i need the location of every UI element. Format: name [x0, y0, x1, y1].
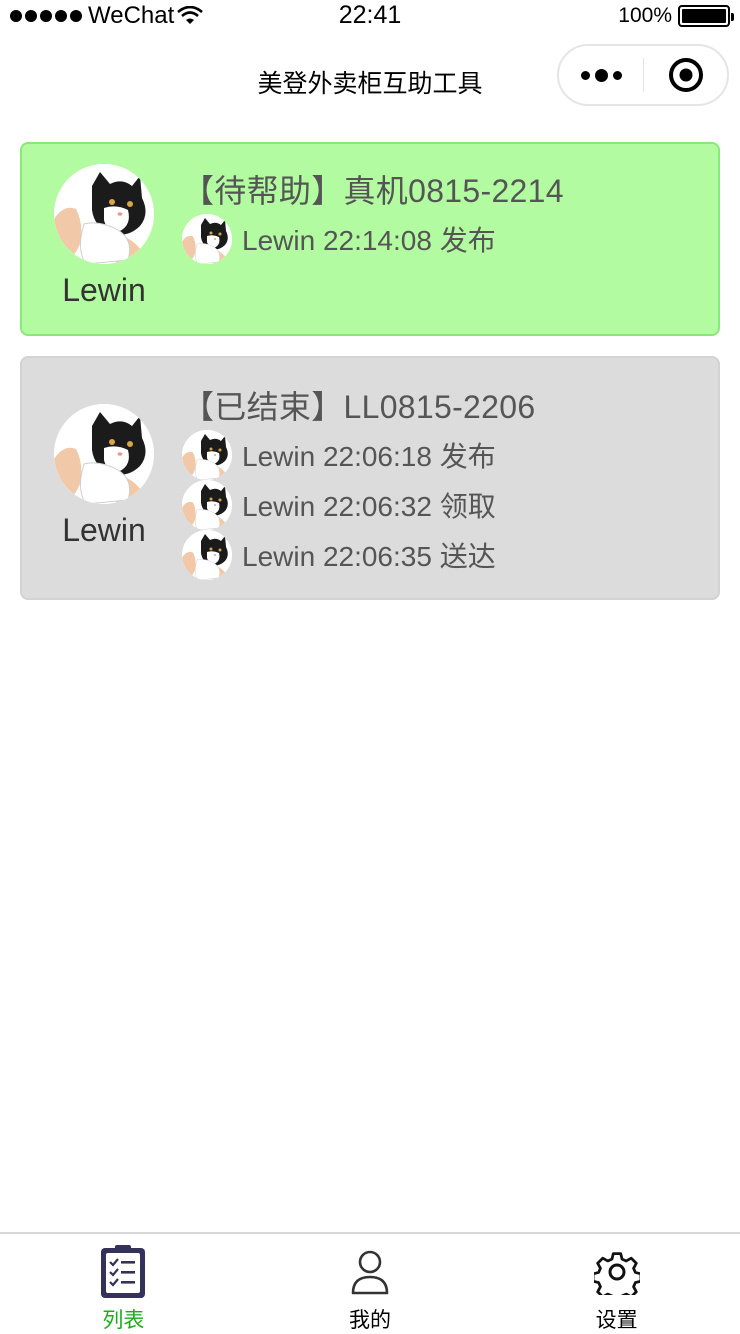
tab-bar: 列表 我的 设置: [0, 1232, 740, 1332]
avatar: [182, 480, 232, 530]
avatar: [54, 164, 154, 264]
log-item: Lewin 22:06:32 领取: [182, 480, 535, 530]
log-text: Lewin 22:06:18 发布: [242, 441, 496, 472]
order-info: 【待帮助】真机0815-2214 Lewin 22:14:08 发布: [182, 166, 564, 264]
user-icon: [345, 1244, 395, 1300]
target-close-icon[interactable]: [644, 57, 727, 93]
avatar: [54, 404, 154, 504]
log-text: Lewin 22:06:32 领取: [242, 491, 496, 522]
nav-bar: 美登外卖柜互助工具: [0, 40, 740, 118]
order-owner: Lewin: [52, 164, 156, 309]
order-title: 【待帮助】真机0815-2214: [182, 173, 564, 209]
order-title: 【已结束】LL0815-2206: [182, 389, 536, 425]
log-item: Lewin 22:14:08 发布: [182, 214, 564, 264]
avatar: [182, 430, 232, 480]
owner-name: Lewin: [62, 272, 146, 308]
order-card-ended[interactable]: Lewin 【已结束】LL0815-2206 Lewin 22:06:18 发布…: [20, 356, 720, 600]
tab-mine[interactable]: 我的: [247, 1234, 494, 1332]
gear-icon: [592, 1244, 642, 1300]
avatar: [182, 530, 232, 580]
owner-name: Lewin: [62, 512, 146, 548]
more-dots-icon[interactable]: [559, 68, 643, 82]
log-item: Lewin 22:06:35 送达: [182, 530, 535, 580]
tab-settings[interactable]: 设置: [493, 1234, 740, 1332]
battery-status: 100%: [618, 4, 734, 28]
avatar: [182, 214, 232, 264]
menu-capsule: [557, 44, 729, 106]
tab-list[interactable]: 列表: [0, 1234, 247, 1332]
battery-icon: [678, 5, 734, 27]
tab-label: 列表: [102, 1309, 145, 1332]
order-list: Lewin 【待帮助】真机0815-2214 Lewin 22:14:08 发布…: [20, 142, 720, 620]
tab-label: 设置: [595, 1309, 638, 1332]
log-item: Lewin 22:06:18 发布: [182, 430, 535, 480]
clipboard-list-icon: [98, 1244, 148, 1300]
order-card-pending[interactable]: Lewin 【待帮助】真机0815-2214 Lewin 22:14:08 发布: [20, 142, 720, 336]
status-bar: WeChat 22:41 100%: [0, 0, 740, 36]
order-info: 【已结束】LL0815-2206 Lewin 22:06:18 发布 Lewin…: [182, 382, 535, 580]
tab-label: 我的: [349, 1309, 391, 1332]
log-text: Lewin 22:14:08 发布: [242, 225, 496, 256]
log-text: Lewin 22:06:35 送达: [242, 541, 496, 572]
order-owner: Lewin: [52, 404, 156, 549]
battery-percent: 100%: [618, 4, 672, 27]
